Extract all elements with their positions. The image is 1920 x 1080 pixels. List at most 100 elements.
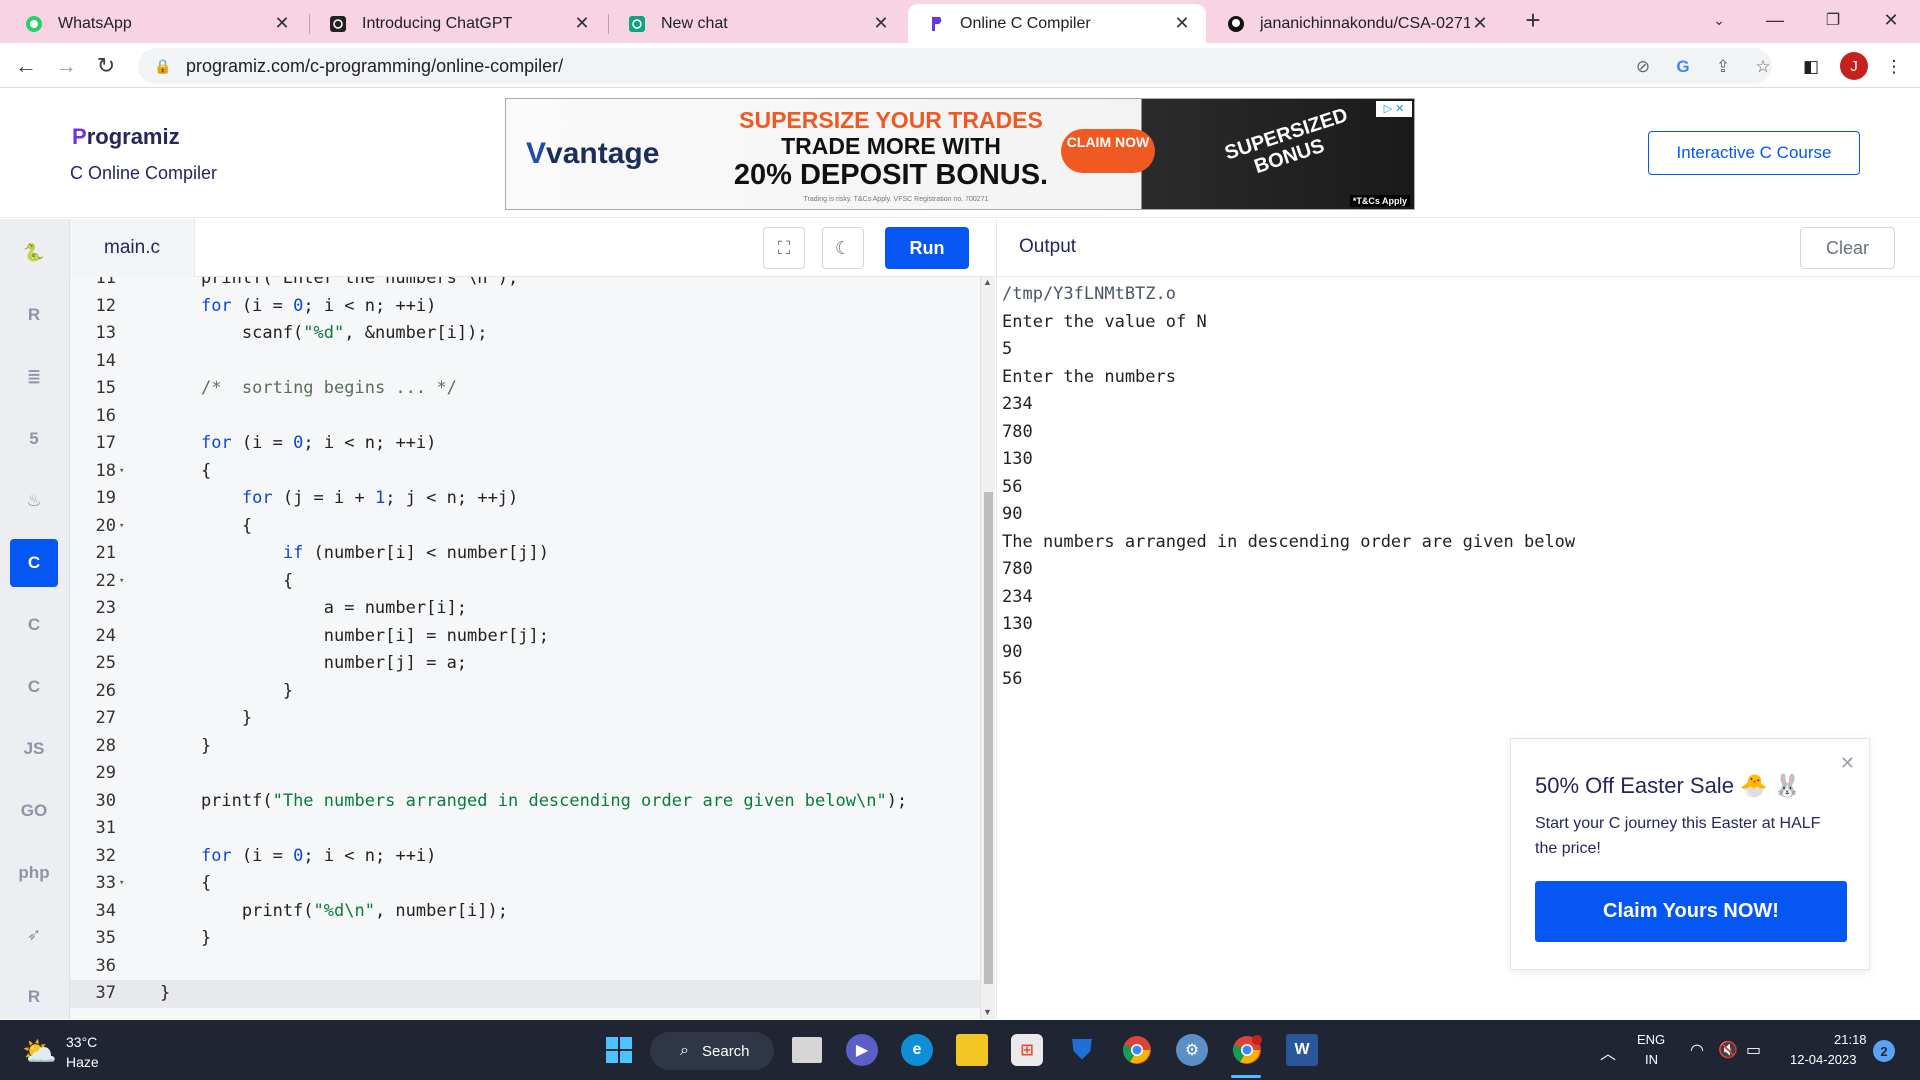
code-editor[interactable]: 11 printf("Enter the numbers \n"); 12 for… — [70, 277, 980, 1019]
code-line[interactable]: 16 — [70, 403, 980, 431]
profile-avatar[interactable]: J — [1840, 52, 1868, 80]
run-button[interactable]: Run — [885, 227, 969, 269]
code-line[interactable]: 30 printf("The numbers arranged in desce… — [70, 788, 980, 816]
fold-arrow-icon[interactable]: ▾ — [119, 458, 124, 486]
code-line[interactable]: 13 scanf("%d", &number[i]); — [70, 320, 980, 348]
sidebar-item-rust[interactable]: R — [10, 973, 58, 1021]
code-line[interactable]: 33 ▾ { — [70, 870, 980, 898]
new-tab-button[interactable]: + — [1508, 0, 1558, 40]
address-bar[interactable]: 🔒 programiz.com/c-programming/online-com… — [138, 48, 1772, 84]
notification-badge[interactable]: 2 — [1873, 1040, 1895, 1062]
edge-browser-icon[interactable]: e — [901, 1034, 933, 1066]
clear-button[interactable]: Clear — [1800, 227, 1895, 269]
minimize-button[interactable]: — — [1750, 0, 1800, 40]
teams-chat-icon[interactable]: ▶ — [846, 1034, 878, 1066]
code-line[interactable]: 25 number[j] = a; — [70, 650, 980, 678]
security-shield-icon[interactable]: ⛊ — [1066, 1034, 1098, 1066]
forward-arrow-icon[interactable]: → — [50, 50, 82, 82]
dark-mode-moon-icon[interactable]: ☾ — [822, 227, 864, 269]
interactive-course-button[interactable]: Interactive C Course — [1648, 131, 1860, 175]
close-icon[interactable]: ✕ — [1470, 13, 1490, 34]
programiz-logo[interactable]: Programiz — [72, 124, 180, 150]
scroll-up-icon[interactable]: ▲ — [983, 277, 992, 287]
code-line[interactable]: 21 if (number[i] < number[j]) — [70, 540, 980, 568]
close-icon[interactable]: ✕ — [572, 13, 592, 34]
sidebar-item-php[interactable]: php — [10, 849, 58, 897]
close-icon[interactable]: ✕ — [1172, 13, 1192, 34]
code-line[interactable]: 19 for (j = i + 1; j < n; ++j) — [70, 485, 980, 513]
tray-chevron-icon[interactable]: ︿ — [1600, 1040, 1616, 1064]
clock-date[interactable]: 12-04-2023 — [1790, 1052, 1857, 1067]
tab-github[interactable]: jananichinnakondu/CSA-0271-C ✕ — [1208, 4, 1504, 43]
sidebar-item-cpp[interactable]: C — [10, 601, 58, 649]
claim-offer-button[interactable]: Claim Yours NOW! — [1535, 881, 1847, 942]
code-line[interactable]: 35 } — [70, 925, 980, 953]
word-icon[interactable]: W — [1286, 1034, 1318, 1066]
sidebar-item-js[interactable]: JS — [10, 725, 58, 773]
language-indicator[interactable]: ENG — [1637, 1032, 1665, 1047]
code-line[interactable]: 23 a = number[i]; — [70, 595, 980, 623]
sidebar-item-python[interactable]: 🐍 — [10, 229, 58, 277]
code-line[interactable]: 24 number[i] = number[j]; — [70, 623, 980, 651]
wifi-icon[interactable]: ◠ — [1690, 1040, 1704, 1060]
code-line[interactable]: 28 } — [70, 733, 980, 761]
sidebar-item-r[interactable]: R — [10, 291, 58, 339]
windows-start-icon[interactable] — [603, 1034, 635, 1066]
region-indicator[interactable]: IN — [1645, 1052, 1658, 1067]
tab-online-c-compiler[interactable]: Online C Compiler ✕ — [908, 4, 1206, 43]
code-line[interactable]: 34 printf("%d\n", number[i]); — [70, 898, 980, 926]
no-tracking-icon[interactable]: ⊘ — [1632, 56, 1654, 78]
tab-introducing-chatgpt[interactable]: Introducing ChatGPT ✕ — [310, 4, 606, 43]
fold-arrow-icon[interactable]: ▾ — [119, 513, 124, 541]
ad-claim-button[interactable]: CLAIM NOW — [1061, 129, 1155, 173]
scroll-down-icon[interactable]: ▼ — [983, 1007, 992, 1017]
fullscreen-icon[interactable]: ⛶ — [763, 227, 805, 269]
file-explorer-icon[interactable] — [956, 1034, 988, 1066]
fold-arrow-icon[interactable]: ▾ — [119, 870, 124, 898]
tab-whatsapp[interactable]: WhatsApp ✕ — [6, 4, 306, 43]
back-arrow-icon[interactable]: ← — [10, 50, 42, 82]
close-icon[interactable]: ✕ — [272, 13, 292, 34]
code-line[interactable]: 22 ▾ { — [70, 568, 980, 596]
code-line[interactable]: 12 for (i = 0; i < n; ++i) — [70, 293, 980, 321]
battery-icon[interactable]: ▭ — [1746, 1040, 1761, 1060]
sidebar-item-html[interactable]: 5 — [10, 415, 58, 463]
ad-choices-close-icon[interactable]: ▷ ✕ — [1376, 101, 1412, 117]
sidebar-item-c[interactable]: C — [10, 539, 58, 587]
scrollbar-thumb[interactable] — [984, 492, 993, 984]
sidebar-item-swift[interactable]: ➶ — [10, 911, 58, 959]
code-line[interactable]: 32 for (i = 0; i < n; ++i) — [70, 843, 980, 871]
code-line[interactable]: 29 — [70, 760, 980, 788]
control-panel-icon[interactable]: ⚙ — [1176, 1034, 1208, 1066]
sidebar-item-go[interactable]: GO — [10, 787, 58, 835]
chrome-icon[interactable] — [1121, 1034, 1153, 1066]
code-line[interactable]: 37} — [70, 980, 980, 1008]
speaker-muted-icon[interactable]: 🔇 — [1718, 1040, 1738, 1060]
code-line[interactable]: 31 — [70, 815, 980, 843]
code-line[interactable]: 18 ▾ { — [70, 458, 980, 486]
close-icon[interactable]: ✕ — [871, 13, 891, 34]
microsoft-store-icon[interactable]: ⊞ — [1011, 1034, 1043, 1066]
file-tab-main-c[interactable]: main.c — [70, 219, 195, 277]
bookmark-star-icon[interactable]: ☆ — [1752, 56, 1774, 78]
menu-dots-icon[interactable]: ⋮ — [1883, 56, 1905, 78]
code-line[interactable]: 20 ▾ { — [70, 513, 980, 541]
task-view-icon[interactable] — [792, 1037, 822, 1063]
code-line[interactable]: 36 — [70, 953, 980, 981]
tab-search-chevron-icon[interactable]: ⌄ — [1694, 0, 1744, 40]
clock-time[interactable]: 21:18 — [1834, 1032, 1867, 1047]
code-line[interactable]: 11 printf("Enter the numbers \n"); — [70, 277, 980, 293]
side-panel-icon[interactable]: ◧ — [1800, 56, 1822, 78]
fold-arrow-icon[interactable]: ▾ — [119, 568, 124, 596]
chrome-profile-icon[interactable] — [1231, 1034, 1263, 1066]
code-line[interactable]: 15 /* sorting begins ... */ — [70, 375, 980, 403]
share-icon[interactable]: ⇪ — [1712, 56, 1734, 78]
reload-icon[interactable]: ↻ — [90, 50, 122, 82]
google-icon[interactable]: G — [1672, 56, 1694, 78]
sidebar-item-sql[interactable]: ≣ — [10, 353, 58, 401]
code-line[interactable]: 17 for (i = 0; i < n; ++i) — [70, 430, 980, 458]
code-line[interactable]: 26 } — [70, 678, 980, 706]
code-line[interactable]: 27 } — [70, 705, 980, 733]
taskbar-search[interactable]: ⌕ Search — [650, 1032, 774, 1070]
sidebar-item-java[interactable]: ♨ — [10, 477, 58, 525]
